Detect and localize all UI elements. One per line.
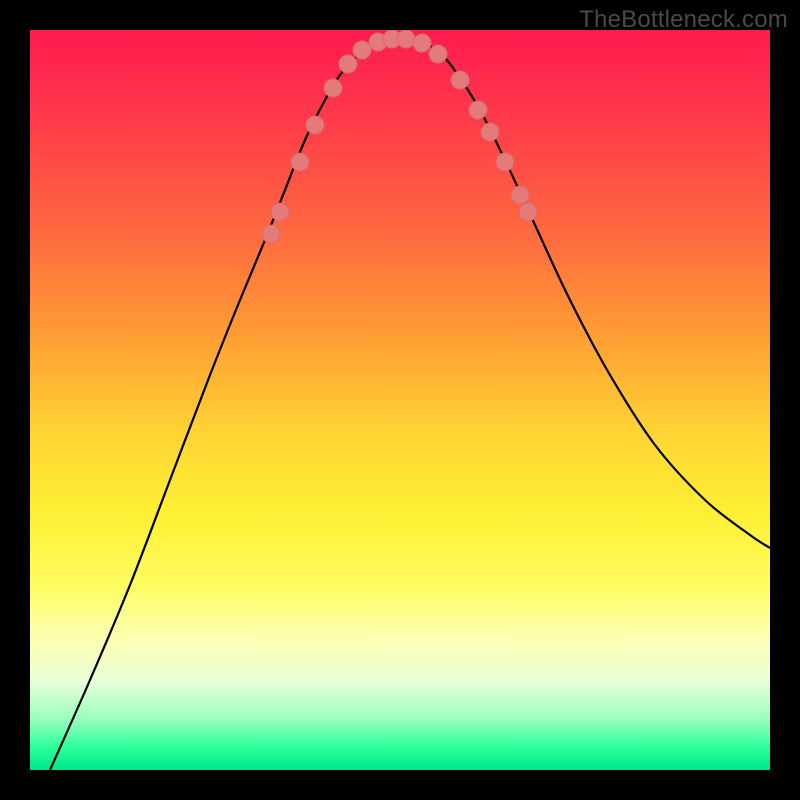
data-marker (306, 116, 324, 134)
curve-markers (262, 30, 537, 243)
data-marker (429, 45, 447, 63)
plot-area (30, 30, 770, 770)
data-marker (353, 41, 371, 59)
chart-frame: TheBottleneck.com (0, 0, 800, 800)
data-marker (291, 153, 309, 171)
watermark-text: TheBottleneck.com (579, 6, 788, 34)
data-marker (262, 225, 280, 243)
data-marker (481, 123, 499, 141)
bottleneck-chart-svg (30, 30, 770, 770)
data-marker (324, 79, 342, 97)
data-marker (413, 34, 431, 52)
data-marker (469, 101, 487, 119)
data-marker (397, 30, 415, 48)
data-marker (496, 153, 514, 171)
data-marker (511, 186, 529, 204)
data-marker (271, 203, 289, 221)
data-marker (339, 55, 357, 73)
data-marker (451, 71, 469, 89)
bottleneck-curve (50, 38, 770, 770)
data-marker (519, 203, 537, 221)
